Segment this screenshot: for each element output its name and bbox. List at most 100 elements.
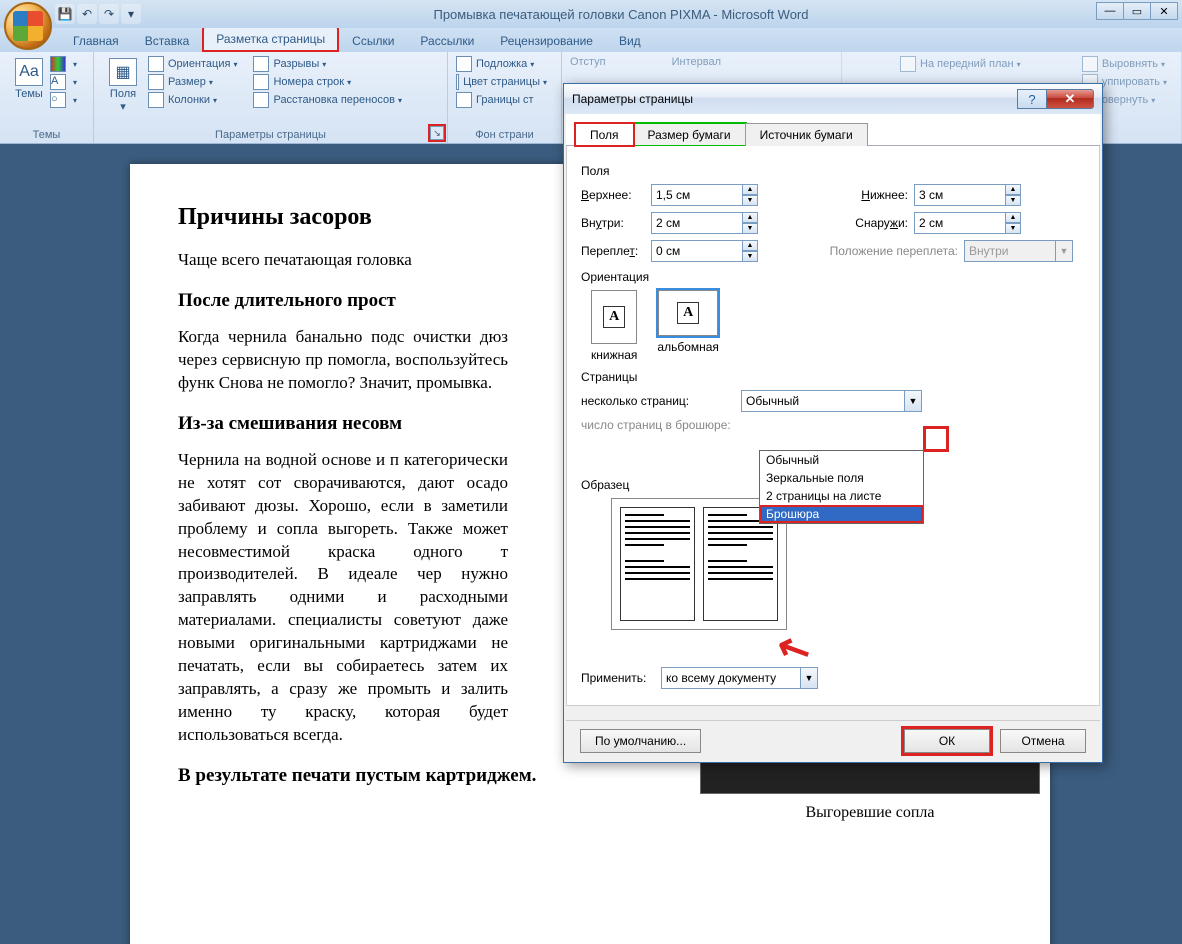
- watermark-button[interactable]: Подложка▾: [456, 56, 547, 72]
- dropdown-opt-normal[interactable]: Обычный: [760, 451, 923, 469]
- inside-margin-input[interactable]: ▲▼: [651, 212, 758, 234]
- colors-icon: [50, 56, 66, 72]
- margins-icon: ▦: [109, 58, 137, 86]
- page-borders-button[interactable]: Границы ст: [456, 92, 547, 108]
- tab-review[interactable]: Рецензирование: [487, 29, 606, 52]
- top-margin-input[interactable]: ▲▼: [651, 184, 758, 206]
- bottom-margin-input[interactable]: ▲▼: [914, 184, 1021, 206]
- gutter-pos-combo: Внутри▼: [964, 240, 1073, 262]
- default-button[interactable]: По умолчанию...: [580, 729, 701, 753]
- theme-fonts-button[interactable]: A▾: [50, 74, 77, 90]
- ribbon-tabs: Главная Вставка Разметка страницы Ссылки…: [0, 28, 1182, 52]
- qat-save-icon[interactable]: 💾: [55, 4, 75, 24]
- spin-up-icon[interactable]: ▲: [742, 184, 758, 195]
- maximize-button[interactable]: ▭: [1123, 2, 1151, 20]
- apply-combo[interactable]: ко всему документу▼: [661, 667, 818, 689]
- landscape-icon: [658, 290, 718, 336]
- page-color-icon: [456, 74, 459, 90]
- outside-margin-input[interactable]: ▲▼: [914, 212, 1021, 234]
- inside-margin-label: Внутри:: [581, 216, 651, 230]
- doc-caption-1: Выгоревшие сопла: [700, 804, 1040, 822]
- dialog-body: Поля Верхнее: ▲▼ Нижнее: ▲▼ Внутри: ▲▼ С…: [566, 146, 1100, 706]
- dialog-tab-source[interactable]: Источник бумаги: [745, 123, 868, 146]
- dialog-close-button[interactable]: ✕: [1046, 89, 1094, 109]
- dropdown-opt-booklet[interactable]: Брошюра: [760, 505, 923, 523]
- orientation-section-label: Ориентация: [581, 270, 1085, 284]
- tab-page-layout[interactable]: Разметка страницы: [202, 26, 339, 52]
- gutter-label: Переплет:: [581, 244, 651, 258]
- align-button[interactable]: Выровнять▾: [1082, 56, 1167, 72]
- margins-section-label: Поля: [581, 164, 1085, 178]
- minimize-button[interactable]: —: [1096, 2, 1124, 20]
- line-numbers-button[interactable]: Номера строк▾: [253, 74, 402, 90]
- dialog-tabs: Поля Размер бумаги Источник бумаги: [566, 114, 1100, 146]
- effects-icon: ○: [50, 92, 66, 108]
- spin-down-icon[interactable]: ▼: [742, 195, 758, 206]
- outside-margin-label: Снаружи:: [808, 216, 908, 230]
- dialog-title-bar[interactable]: Параметры страницы ? ✕: [564, 84, 1102, 114]
- office-button[interactable]: [4, 2, 52, 50]
- page-borders-icon: [456, 92, 472, 108]
- chevron-down-icon[interactable]: ▼: [904, 390, 922, 412]
- dialog-tab-margins[interactable]: Поля: [575, 123, 634, 146]
- orientation-icon: [148, 56, 164, 72]
- line-numbers-icon: [253, 74, 269, 90]
- multi-pages-dropdown: Обычный Зеркальные поля 2 страницы на ли…: [759, 450, 924, 524]
- theme-effects-button[interactable]: ○▾: [50, 92, 77, 108]
- top-margin-label: Верхнее:: [581, 188, 651, 202]
- tab-insert[interactable]: Вставка: [132, 29, 203, 52]
- tab-mailings[interactable]: Рассылки: [407, 29, 487, 52]
- fonts-icon: A: [50, 74, 66, 90]
- sheets-label: число страниц в брошюре:: [581, 418, 741, 432]
- orientation-portrait[interactable]: книжная: [591, 290, 637, 362]
- size-button[interactable]: Размер▾: [148, 74, 237, 90]
- window-controls: — ▭ ✕: [1097, 2, 1178, 20]
- align-icon: [1082, 56, 1098, 72]
- indent-label: Отступ: [570, 56, 606, 68]
- themes-button[interactable]: Aa Темы: [8, 56, 50, 110]
- preview-left-page: [620, 507, 695, 621]
- theme-colors-button[interactable]: ▾: [50, 56, 77, 72]
- tab-references[interactable]: Ссылки: [339, 29, 407, 52]
- dialog-tab-paper[interactable]: Размер бумаги: [633, 123, 746, 146]
- breaks-icon: [253, 56, 269, 72]
- doc-para-2: Когда чернила банально подс очистки дюз …: [178, 326, 508, 395]
- tab-view[interactable]: Вид: [606, 29, 654, 52]
- dialog-help-button[interactable]: ?: [1017, 89, 1047, 109]
- columns-button[interactable]: Колонки▾: [148, 92, 237, 108]
- spacing-label: Интервал: [672, 56, 721, 68]
- qat-redo-icon[interactable]: ↷: [99, 4, 119, 24]
- hyphenation-button[interactable]: Расстановка переносов▾: [253, 92, 402, 108]
- themes-group-label: Темы: [0, 129, 93, 141]
- ok-button[interactable]: ОК: [904, 729, 990, 753]
- cancel-button[interactable]: Отмена: [1000, 729, 1086, 753]
- dialog-title: Параметры страницы: [572, 92, 693, 106]
- dropdown-opt-2pages[interactable]: 2 страницы на листе: [760, 487, 923, 505]
- page-color-button[interactable]: Цвет страницы▾: [456, 74, 547, 90]
- close-button[interactable]: ✕: [1150, 2, 1178, 20]
- orientation-button[interactable]: Ориентация▾: [148, 56, 237, 72]
- gutter-input[interactable]: ▲▼: [651, 240, 758, 262]
- themes-icon: Aa: [15, 58, 43, 86]
- qat-customize-icon[interactable]: ▾: [121, 4, 141, 24]
- margins-button[interactable]: ▦ Поля▾: [102, 56, 144, 115]
- bottom-margin-label: Нижнее:: [808, 188, 908, 202]
- columns-icon: [148, 92, 164, 108]
- hyphenation-icon: [253, 92, 269, 108]
- qat-undo-icon[interactable]: ↶: [77, 4, 97, 24]
- breaks-button[interactable]: Разрывы▾: [253, 56, 402, 72]
- page-setup-dialog: Параметры страницы ? ✕ Поля Размер бумаг…: [563, 83, 1103, 763]
- pages-section-label: Страницы: [581, 370, 1085, 384]
- quick-access-toolbar: 💾 ↶ ↷ ▾: [55, 4, 141, 24]
- gutter-pos-label: Положение переплета:: [808, 244, 958, 258]
- dialog-footer: По умолчанию... ОК Отмена: [566, 720, 1100, 760]
- doc-para-3: Чернила на водной основе и п категоричес…: [178, 449, 508, 747]
- page-setup-dialog-launcher[interactable]: ↘: [430, 126, 444, 140]
- portrait-icon: [591, 290, 637, 344]
- dropdown-opt-mirror[interactable]: Зеркальные поля: [760, 469, 923, 487]
- tab-home[interactable]: Главная: [60, 29, 132, 52]
- multi-pages-combo[interactable]: Обычный ▼: [741, 390, 922, 412]
- preview-right-page: [703, 507, 778, 621]
- orientation-landscape[interactable]: альбомная: [657, 290, 719, 362]
- window-title: Промывка печатающей головки Canon PIXMA …: [60, 7, 1182, 22]
